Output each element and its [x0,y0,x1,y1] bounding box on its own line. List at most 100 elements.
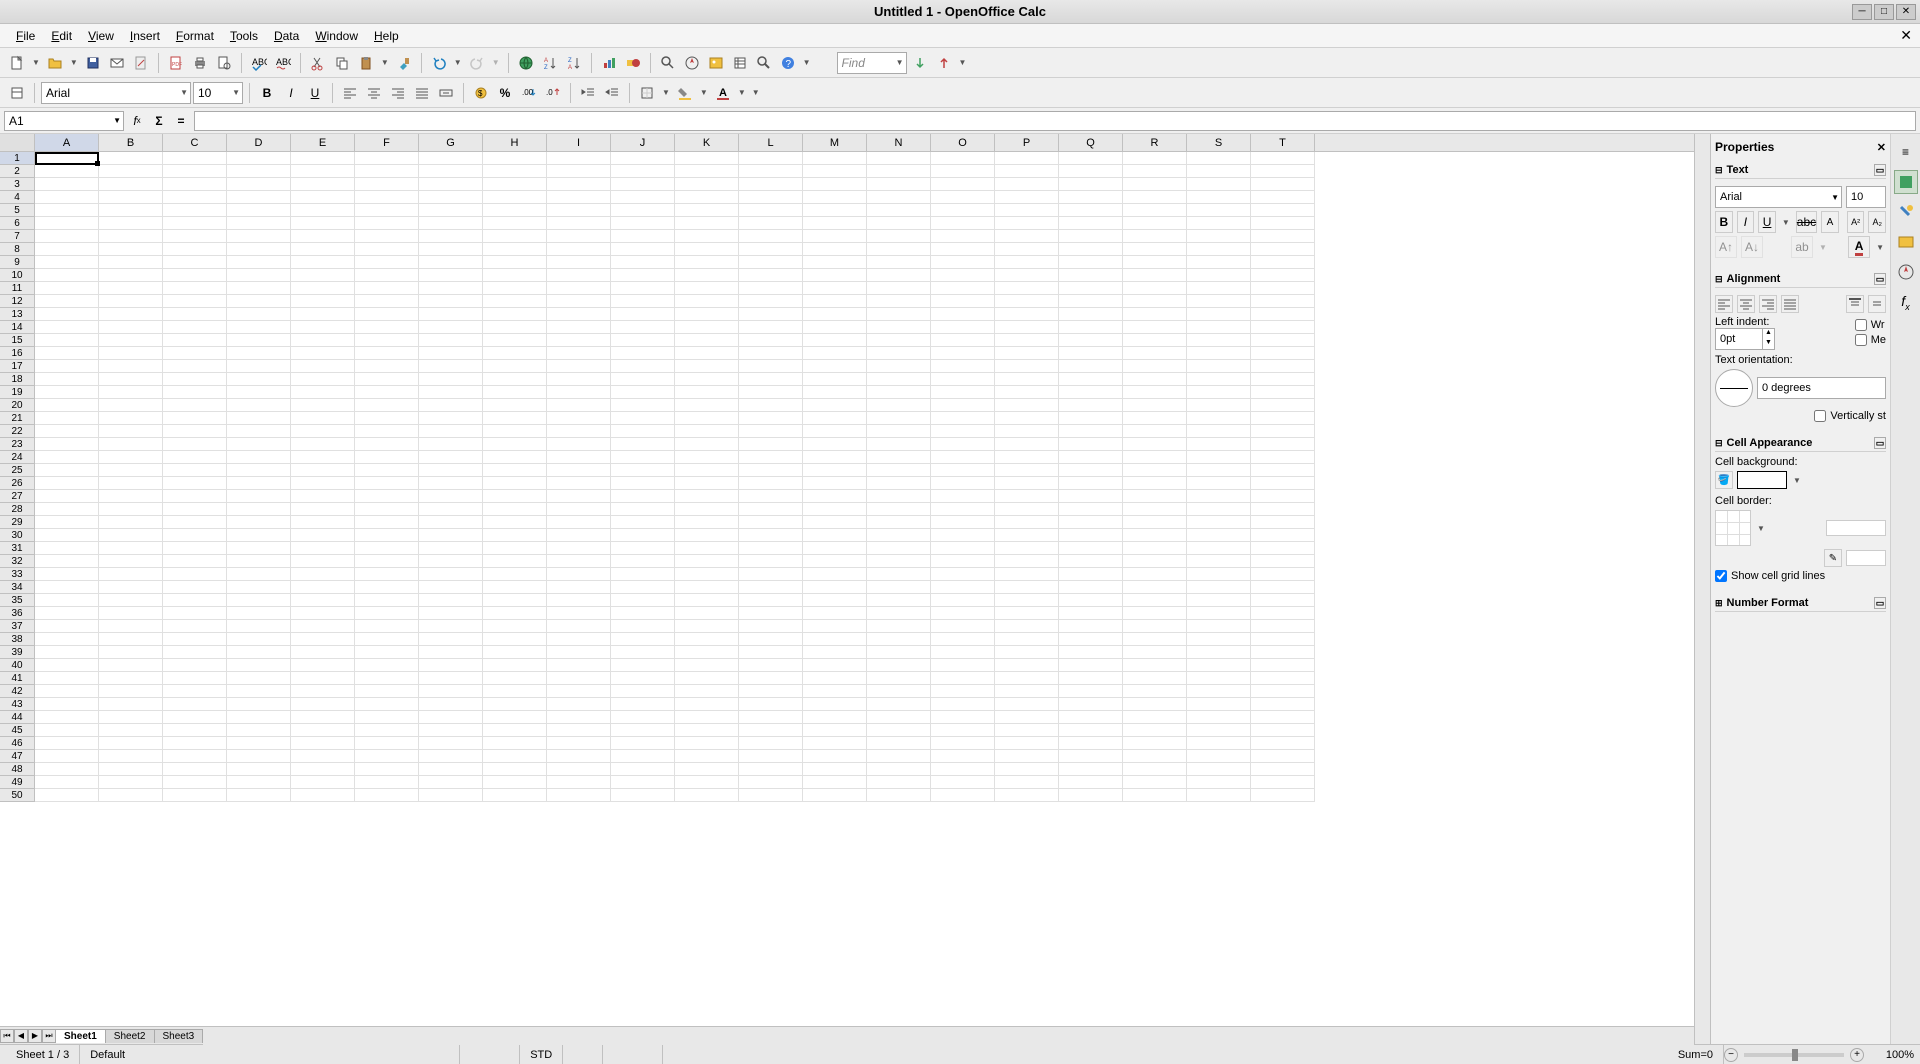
datasources-button[interactable] [729,52,751,74]
cell[interactable] [739,269,803,282]
cell[interactable] [1059,620,1123,633]
cell[interactable] [483,542,547,555]
cell[interactable] [355,490,419,503]
cell[interactable] [1251,295,1315,308]
cell[interactable] [1251,165,1315,178]
cell[interactable] [1187,321,1251,334]
bgcolor-dropdown[interactable]: ▼ [698,88,710,97]
cell[interactable] [803,165,867,178]
cell[interactable] [867,243,931,256]
cell[interactable] [291,386,355,399]
row-header[interactable]: 24 [0,451,35,464]
cell[interactable] [931,256,995,269]
cell[interactable] [547,321,611,334]
cell[interactable] [227,737,291,750]
cell[interactable] [163,594,227,607]
row-header[interactable]: 16 [0,347,35,360]
cell[interactable] [483,529,547,542]
cell[interactable] [611,438,675,451]
cell[interactable] [803,191,867,204]
cell[interactable] [931,204,995,217]
cell[interactable] [1251,451,1315,464]
cell[interactable] [995,776,1059,789]
cell[interactable] [163,568,227,581]
cell[interactable] [1059,594,1123,607]
cell[interactable] [675,256,739,269]
email-button[interactable] [106,52,128,74]
cell[interactable] [355,191,419,204]
cell[interactable] [355,334,419,347]
cell[interactable] [1187,373,1251,386]
cell[interactable] [1187,659,1251,672]
cell[interactable] [227,698,291,711]
cell[interactable] [547,165,611,178]
cell[interactable] [1123,672,1187,685]
cell[interactable] [1123,334,1187,347]
cell[interactable] [1123,347,1187,360]
cell[interactable] [163,451,227,464]
cell[interactable] [739,633,803,646]
merge-cells-button[interactable] [435,82,457,104]
decrease-indent-button[interactable] [577,82,599,104]
cell[interactable] [1059,165,1123,178]
cell[interactable] [867,334,931,347]
sidebar-underline-button[interactable]: U [1758,211,1776,233]
cell[interactable] [291,529,355,542]
cell[interactable] [1123,607,1187,620]
cell[interactable] [1187,451,1251,464]
cell[interactable] [99,412,163,425]
cell[interactable] [1123,230,1187,243]
cell[interactable] [931,789,995,802]
cell[interactable] [1251,464,1315,477]
status-selection-mode[interactable]: STD [520,1045,563,1064]
cell[interactable] [803,321,867,334]
sort-asc-button[interactable]: AZ [539,52,561,74]
cell[interactable] [1251,191,1315,204]
cell[interactable] [1123,386,1187,399]
cell[interactable] [867,646,931,659]
cell[interactable] [611,555,675,568]
sidebar-subscript-button[interactable]: A₂ [1868,211,1886,233]
cell[interactable] [803,620,867,633]
align-left-button[interactable] [339,82,361,104]
cell[interactable] [1123,269,1187,282]
cell[interactable] [355,503,419,516]
cell[interactable] [291,321,355,334]
row-header[interactable]: 10 [0,269,35,282]
cell[interactable] [35,490,99,503]
cell[interactable] [803,334,867,347]
cell[interactable] [1059,750,1123,763]
select-all-corner[interactable] [0,134,35,151]
cell[interactable] [803,438,867,451]
cell[interactable] [99,451,163,464]
cell[interactable] [739,230,803,243]
cell[interactable] [419,724,483,737]
cell[interactable] [611,776,675,789]
zoom-slider[interactable] [1744,1053,1844,1057]
cell[interactable] [995,191,1059,204]
cell[interactable] [1059,256,1123,269]
cell[interactable] [35,334,99,347]
column-header[interactable]: B [99,134,163,151]
zoom-value[interactable]: 100% [1864,1049,1914,1061]
font-name-combo[interactable]: Arial ▼ [41,82,191,104]
cell[interactable] [1187,152,1251,165]
cell[interactable] [227,282,291,295]
cell[interactable] [739,243,803,256]
cell[interactable] [1059,685,1123,698]
cell[interactable] [675,542,739,555]
cell[interactable] [35,152,99,165]
row-header[interactable]: 25 [0,464,35,477]
row-header[interactable]: 39 [0,646,35,659]
cell[interactable] [867,373,931,386]
cell[interactable] [867,581,931,594]
cell[interactable] [611,529,675,542]
cell[interactable] [355,230,419,243]
cell[interactable] [419,490,483,503]
cell[interactable] [419,386,483,399]
cell[interactable] [99,529,163,542]
cell[interactable] [995,477,1059,490]
orientation-spinner[interactable]: 0 degrees [1757,377,1886,399]
cell[interactable] [355,178,419,191]
cell[interactable] [611,451,675,464]
